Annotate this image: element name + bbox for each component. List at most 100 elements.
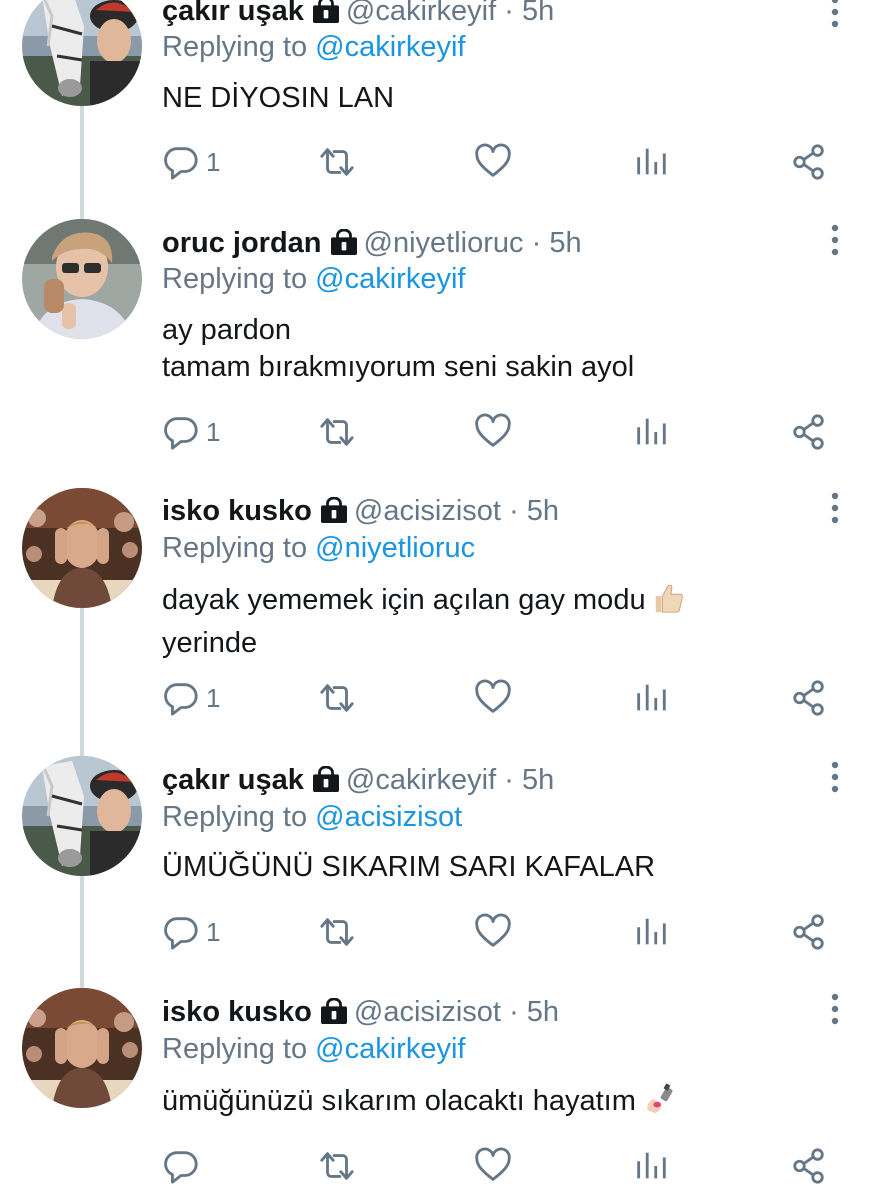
user-handle[interactable]: @acisizisot — [354, 996, 501, 1028]
display-name[interactable]: çakır uşak — [162, 764, 304, 796]
replying-prefix: Replying to — [162, 263, 308, 295]
separator-dot: · — [531, 227, 542, 259]
analytics-icon — [632, 413, 670, 451]
tweet-text: ÜMÜĞÜNÜ SIKARIM SARI KAFALAR — [162, 849, 802, 886]
like-button[interactable] — [474, 140, 512, 184]
replying-handle[interactable]: @niyetlioruc — [315, 532, 475, 564]
avatar[interactable] — [22, 756, 142, 876]
more-options-icon[interactable] — [820, 223, 850, 257]
reply-icon — [162, 143, 200, 181]
retweet-button[interactable] — [316, 1144, 358, 1188]
share-button[interactable] — [790, 140, 828, 184]
share-icon — [790, 1147, 828, 1185]
display-name[interactable]: isko kusko — [162, 495, 312, 527]
tweet-text-line: tamam bırakmıyorum seni sakin ayol — [162, 351, 635, 383]
more-options-icon[interactable] — [820, 760, 850, 794]
share-icon — [790, 143, 828, 181]
thumbs-up-emoji — [652, 581, 686, 625]
retweet-button[interactable] — [316, 910, 358, 954]
user-handle[interactable]: @acisizisot — [354, 495, 501, 527]
reply-button[interactable]: 1 — [162, 410, 220, 454]
more-options-icon[interactable] — [820, 0, 850, 29]
lock-icon — [312, 766, 340, 800]
tweet-text-line: NE DİYOSIN LAN — [162, 82, 395, 114]
reply-button[interactable]: 1 — [162, 676, 220, 720]
tweet-text-line: yerinde — [162, 627, 258, 659]
separator-dot: · — [504, 0, 514, 27]
retweet-button[interactable] — [316, 676, 358, 720]
tweet-header: çakır uşak @cakirkeyif · 5h — [162, 0, 554, 31]
more-options-icon[interactable] — [820, 491, 850, 525]
analytics-button[interactable] — [632, 910, 670, 954]
more-options-icon[interactable] — [820, 992, 850, 1026]
share-icon — [790, 679, 828, 717]
analytics-button[interactable] — [632, 1144, 670, 1188]
analytics-button[interactable] — [632, 676, 670, 720]
reply-button[interactable]: 1 — [162, 140, 220, 184]
like-button[interactable] — [474, 410, 512, 454]
replying-to: Replying to @cakirkeyif — [162, 262, 465, 296]
separator-dot: · — [504, 764, 514, 796]
like-button[interactable] — [474, 1144, 512, 1188]
share-icon — [790, 413, 828, 451]
analytics-icon — [632, 143, 670, 181]
lock-icon — [320, 998, 348, 1032]
tweet-actions: 1 — [0, 676, 883, 720]
separator-dot: · — [509, 495, 519, 527]
like-button[interactable] — [474, 676, 512, 720]
share-button[interactable] — [790, 1144, 828, 1188]
timestamp[interactable]: 5h — [527, 495, 559, 527]
retweet-button[interactable] — [316, 140, 358, 184]
analytics-button[interactable] — [632, 410, 670, 454]
analytics-button[interactable] — [632, 140, 670, 184]
tweet-text: ümüğünüzü sıkarım olacaktı hayatım — [162, 1082, 802, 1126]
replying-handle[interactable]: @acisizisot — [315, 801, 462, 833]
tweet-actions — [0, 1144, 883, 1188]
heart-icon — [474, 413, 512, 451]
replying-handle[interactable]: @cakirkeyif — [315, 263, 465, 295]
tweet[interactable]: çakır uşak @cakirkeyif · 5h Replying to @… — [0, 0, 883, 209]
user-handle[interactable]: @niyetlioruc — [364, 227, 524, 259]
timestamp[interactable]: 5h — [549, 227, 581, 259]
timestamp[interactable]: 5h — [522, 764, 554, 796]
like-button[interactable] — [474, 910, 512, 954]
reply-button[interactable]: 1 — [162, 910, 220, 954]
timestamp[interactable]: 5h — [522, 0, 554, 27]
share-button[interactable] — [790, 910, 828, 954]
avatar[interactable] — [22, 0, 142, 106]
reply-count: 1 — [206, 916, 221, 947]
reply-count: 1 — [206, 682, 221, 713]
lock-icon — [330, 229, 358, 263]
tweet[interactable]: çakır uşak @cakirkeyif · 5h Replying to @… — [0, 746, 883, 978]
share-button[interactable] — [790, 676, 828, 720]
tweet-actions: 1 — [0, 140, 883, 184]
tweet[interactable]: oruc jordan @niyetlioruc · 5h Replying to… — [0, 210, 883, 478]
replying-prefix: Replying to — [162, 1033, 308, 1065]
reply-button[interactable] — [162, 1144, 206, 1188]
replying-handle[interactable]: @cakirkeyif — [315, 1033, 465, 1065]
avatar[interactable] — [22, 219, 142, 339]
heart-icon — [474, 1147, 512, 1185]
display-name[interactable]: çakır uşak — [162, 0, 304, 27]
tweet-text-line: dayak yememek için açılan gay modu — [162, 584, 646, 616]
replying-handle[interactable]: @cakirkeyif — [315, 31, 465, 63]
tweet-header: isko kusko @acisizisot · 5h — [162, 995, 559, 1032]
user-handle[interactable]: @cakirkeyif — [346, 764, 496, 796]
user-handle[interactable]: @cakirkeyif — [346, 0, 496, 27]
reply-count: 1 — [206, 146, 221, 177]
tweet-text: ay pardon tamam bırakmıyorum seni sakin … — [162, 312, 802, 386]
avatar[interactable] — [22, 988, 142, 1108]
timestamp[interactable]: 5h — [527, 996, 559, 1028]
reply-icon — [162, 1147, 200, 1185]
lock-icon — [312, 0, 340, 31]
avatar[interactable] — [22, 488, 142, 608]
reply-icon — [162, 679, 200, 717]
lock-icon — [320, 497, 348, 531]
tweet[interactable]: isko kusko @acisizisot · 5h Replying to @… — [0, 478, 883, 746]
display-name[interactable]: oruc jordan — [162, 227, 322, 259]
retweet-button[interactable] — [316, 410, 358, 454]
share-button[interactable] — [790, 410, 828, 454]
tweet[interactable]: isko kusko @acisizisot · 5h Replying to @… — [0, 978, 883, 1199]
display-name[interactable]: isko kusko — [162, 996, 312, 1028]
reply-count: 1 — [206, 416, 221, 447]
